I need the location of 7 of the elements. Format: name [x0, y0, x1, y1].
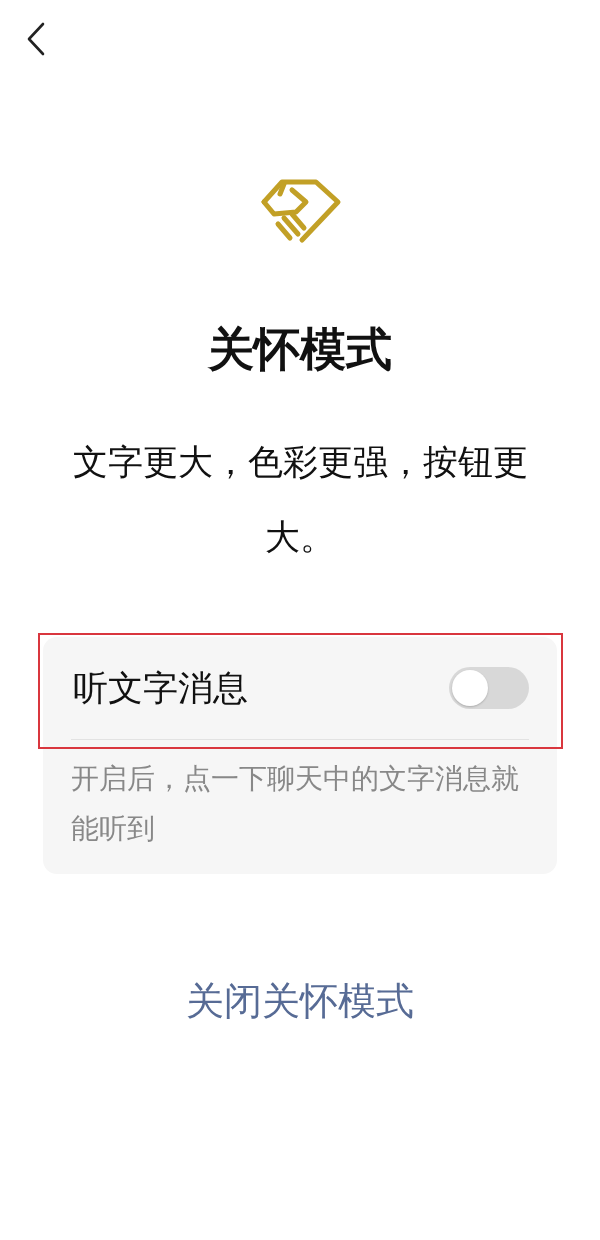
setting-label: 听文字消息 [73, 666, 248, 710]
page-title: 关怀模式 [208, 322, 392, 378]
description-text: 文字更大，色彩更强，按钮更大。 [71, 441, 529, 560]
hint-text: 开启后，点一下聊天中的文字消息就能听到 [71, 761, 520, 848]
toggle-switch[interactable] [449, 667, 529, 710]
back-icon[interactable] [26, 22, 46, 56]
close-mode-link[interactable]: 关闭关怀模式 [186, 976, 414, 1028]
